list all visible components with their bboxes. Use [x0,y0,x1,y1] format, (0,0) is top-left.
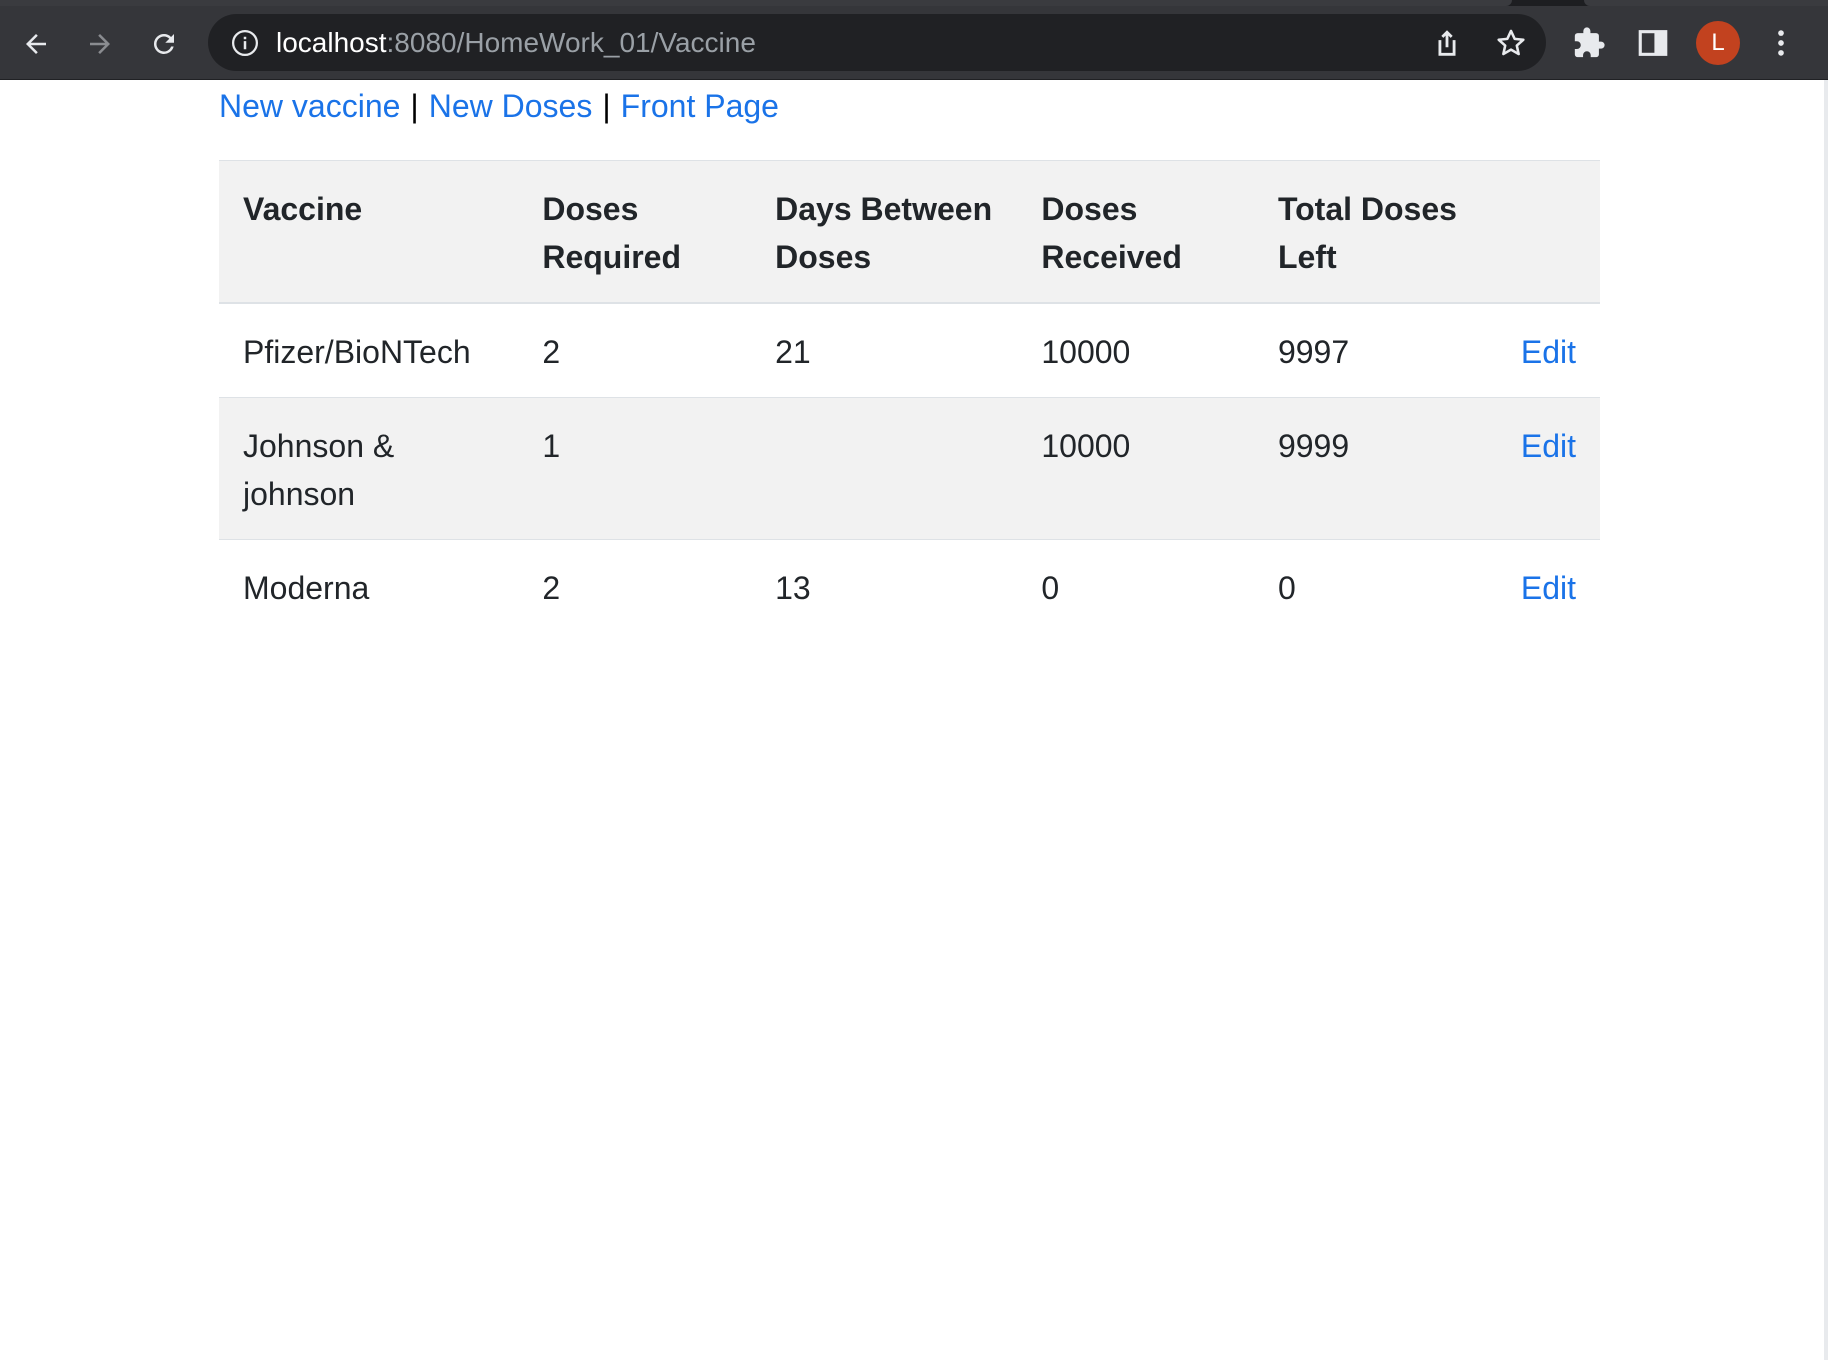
cell-days-between: 21 [751,303,1018,398]
cell-doses-received: 0 [1017,539,1254,633]
arrow-left-icon [26,34,46,54]
table-row: Johnson & johnson 1 10000 9999 Edit [219,397,1600,540]
url-text[interactable]: localhost:8080/HomeWork_01/Vaccine [276,14,756,71]
cell-doses-left: 0 [1253,539,1497,633]
reload-icon [153,33,174,54]
back-button[interactable] [14,22,58,66]
cell-doses-required: 1 [518,397,752,540]
cell-doses-received: 10000 [1017,397,1254,540]
new-doses-link[interactable]: New Doses [429,88,593,124]
header-doses-left: Total Doses Left [1253,160,1497,304]
front-page-link[interactable]: Front Page [621,88,779,124]
arrow-right-icon [90,34,110,54]
window-right-edge [1824,80,1828,1360]
cell-action: Edit [1496,397,1600,540]
cell-days-between: 13 [751,539,1018,633]
cell-doses-required: 2 [518,539,752,633]
edit-link[interactable]: Edit [1521,334,1576,370]
side-panel-icon[interactable] [1636,26,1670,60]
header-vaccine: Vaccine [219,160,519,304]
edit-link[interactable]: Edit [1521,428,1576,464]
cell-days-between [751,397,1018,540]
profile-avatar[interactable]: L [1696,21,1740,65]
cell-action: Edit [1496,539,1600,633]
browser-toolbar: localhost:8080/HomeWork_01/Vaccine L [0,6,1828,80]
cell-action: Edit [1496,303,1600,398]
cell-vaccine: Johnson & johnson [219,397,519,540]
site-info-icon[interactable] [230,28,260,58]
header-days-between: Days Between Doses [751,160,1018,304]
address-bar[interactable]: localhost:8080/HomeWork_01/Vaccine [208,14,1546,71]
new-vaccine-link[interactable]: New vaccine [219,88,400,124]
more-menu-icon[interactable] [1764,26,1798,60]
extensions-puzzle-icon[interactable] [1572,26,1606,60]
table-header: Vaccine Doses Required Days Between Dose… [219,160,1600,304]
header-doses-required: Doses Required [518,160,752,304]
table-row: Moderna 2 13 0 0 Edit [219,539,1600,633]
cell-doses-left: 9997 [1253,303,1497,398]
url-host: localhost [276,27,387,58]
share-icon[interactable] [1430,26,1464,60]
header-action [1496,160,1600,304]
cell-doses-left: 9999 [1253,397,1497,540]
table-row: Pfizer/BioNTech 2 21 10000 9997 Edit [219,303,1600,398]
top-nav-links: New vaccine | New Doses | Front Page [219,84,779,128]
cell-doses-required: 2 [518,303,752,398]
nav-separator: | [410,88,419,124]
vaccine-table: Vaccine Doses Required Days Between Dose… [219,160,1600,633]
forward-button[interactable] [78,22,122,66]
bookmark-star-icon[interactable] [1494,26,1528,60]
url-path: :8080/HomeWork_01/Vaccine [386,27,756,58]
cell-vaccine: Pfizer/BioNTech [219,303,519,398]
header-doses-received: Doses Received [1017,160,1254,304]
reload-button[interactable] [142,22,186,66]
cell-vaccine: Moderna [219,539,519,633]
edit-link[interactable]: Edit [1521,570,1576,606]
page-content: New vaccine | New Doses | Front Page Vaccine… [0,80,1828,1360]
cell-doses-received: 10000 [1017,303,1254,398]
nav-separator: | [602,88,611,124]
